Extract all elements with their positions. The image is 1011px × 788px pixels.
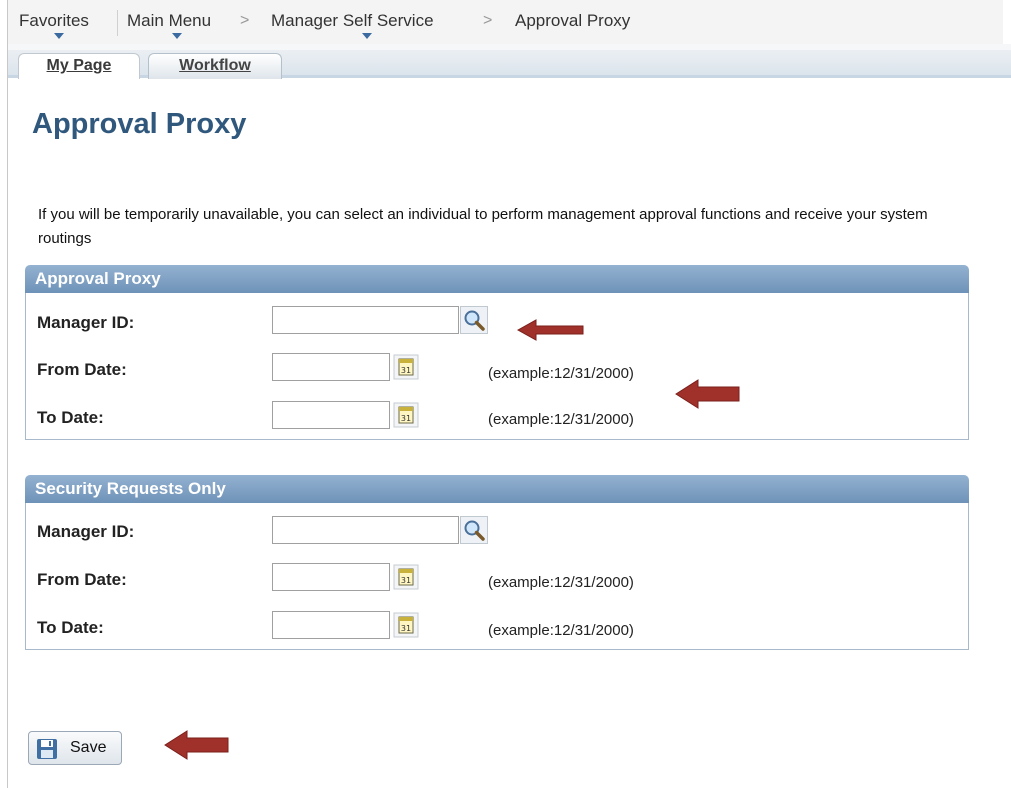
tab-my-page[interactable]: My Page [18,53,140,79]
breadcrumb-favorites[interactable]: Favorites [19,11,89,31]
security-from-date-example: (example:12/31/2000) [488,574,634,591]
breadcrumb-current: Approval Proxy [515,11,631,30]
security-from-date-label: From Date: [37,570,127,589]
approval-proxy-header: Approval Proxy [25,265,969,293]
security-requests-header: Security Requests Only [25,475,969,503]
svg-text:31: 31 [401,576,411,585]
svg-text:31: 31 [401,414,411,423]
save-button[interactable]: Save [28,731,122,765]
left-border [7,0,8,788]
to-date-example: (example:12/31/2000) [488,411,634,428]
from-date-input[interactable] [272,353,390,381]
breadcrumb-manager-self-service[interactable]: Manager Self Service [271,11,434,31]
svg-text:31: 31 [401,624,411,633]
tab-workflow[interactable]: Workflow [148,53,282,79]
instructions-text: If you will be temporarily unavailable, … [38,206,928,247]
security-to-date-label: To Date: [37,618,104,637]
breadcrumb-divider [117,10,118,36]
calendar-icon[interactable]: 31 [393,402,419,428]
floppy-disk-icon [37,739,57,759]
magnifier-icon[interactable] [460,306,488,334]
security-to-date-input[interactable] [272,611,390,639]
breadcrumb-separator: > [483,12,493,29]
manager-id-input[interactable] [272,306,459,334]
save-button-label: Save [70,739,107,756]
calendar-icon[interactable]: 31 [393,354,419,380]
page-title: Approval Proxy [32,108,247,140]
to-date-input[interactable] [272,401,390,429]
security-from-date-input[interactable] [272,563,390,591]
favorites-dropdown-icon[interactable] [54,33,64,39]
calendar-icon[interactable]: 31 [393,564,419,590]
to-date-label: To Date: [37,408,104,427]
red-arrow-icon [675,379,740,409]
from-date-example: (example:12/31/2000) [488,365,634,382]
from-date-label: From Date: [37,360,127,379]
svg-text:31: 31 [401,366,411,375]
manager-self-service-dropdown-icon[interactable] [362,33,372,39]
breadcrumb-main-menu[interactable]: Main Menu [127,11,211,31]
manager-id-label: Manager ID: [37,313,135,332]
security-manager-id-input[interactable] [272,516,459,544]
red-arrow-icon [516,319,584,341]
security-manager-id-label: Manager ID: [37,522,135,541]
main-menu-dropdown-icon[interactable] [172,33,182,39]
breadcrumb-separator: > [240,12,250,29]
calendar-icon[interactable]: 31 [393,612,419,638]
red-arrow-icon [164,730,229,760]
security-to-date-example: (example:12/31/2000) [488,622,634,639]
magnifier-icon[interactable] [460,516,488,544]
